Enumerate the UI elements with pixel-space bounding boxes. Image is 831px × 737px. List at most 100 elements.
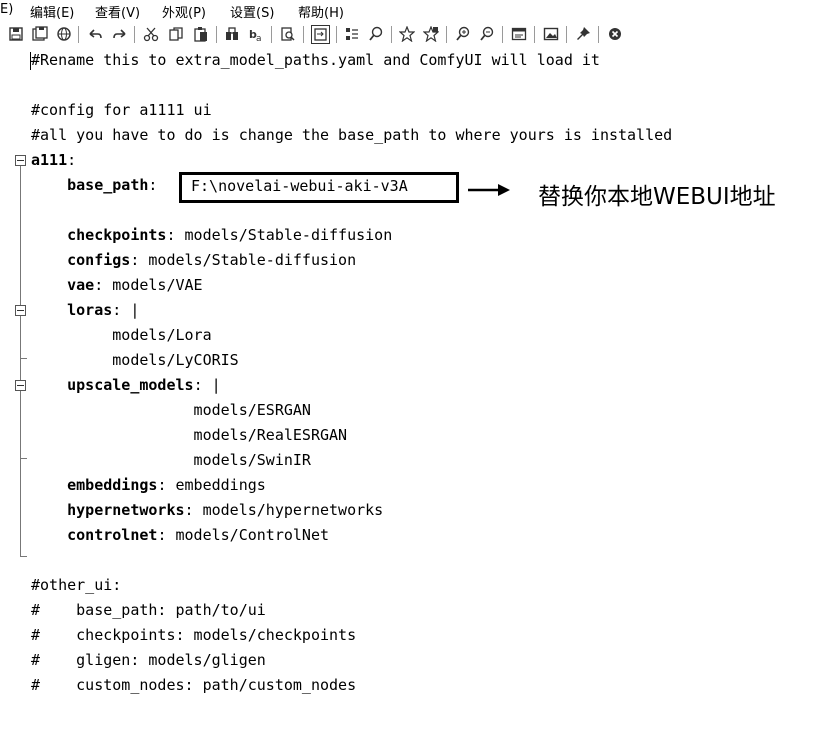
toolbar-separator: [271, 26, 272, 43]
menu-edit[interactable]: 编辑(E): [30, 2, 74, 21]
toolbar-separator: [534, 26, 535, 43]
fold-guide-line: [20, 166, 21, 556]
yaml-value: : embeddings: [157, 476, 266, 494]
code-line[interactable]: models/SwinIR: [31, 448, 311, 473]
fold-end-marker: [20, 358, 27, 359]
menu-appearance[interactable]: 外观(P): [162, 2, 206, 21]
code-line[interactable]: models/LyCORIS: [31, 348, 238, 373]
paste-icon[interactable]: [193, 26, 209, 42]
base-path-value[interactable]: F:\novelai-webui-aki-v3A: [191, 174, 408, 199]
toolbar-separator: [566, 26, 567, 43]
toolbar-separator: [216, 26, 217, 43]
fold-end-marker: [20, 458, 27, 459]
fold-end-marker: [20, 556, 27, 557]
close-circle-icon[interactable]: [607, 26, 623, 42]
toolbar-separator: [502, 26, 503, 43]
cut-icon[interactable]: [143, 26, 159, 42]
svg-text:a: a: [256, 34, 262, 42]
code-line[interactable]: upscale_models: |: [31, 373, 221, 398]
image-icon[interactable]: [543, 26, 559, 42]
toolbar-separator: [446, 26, 447, 43]
yaml-key: checkpoints: [67, 226, 167, 244]
code-line[interactable]: vae: models/VAE: [31, 273, 203, 298]
code-line[interactable]: configs: models/Stable-diffusion: [31, 248, 356, 273]
menu-help[interactable]: 帮助(H): [298, 2, 344, 21]
menu-bar: E) 编辑(E) 查看(V) 外观(P) 设置(S) 帮助(H): [0, 0, 831, 22]
toolbar-separator: [336, 26, 337, 43]
yaml-key: controlnet: [67, 526, 158, 544]
toolbar: ba: [0, 22, 831, 48]
arrow-right-icon: [468, 184, 510, 196]
menu-settings[interactable]: 设置(S): [230, 2, 274, 21]
globe-icon[interactable]: [56, 26, 72, 42]
bookmark-icon[interactable]: [399, 26, 415, 42]
zoom-in-icon[interactable]: [455, 26, 471, 42]
code-line[interactable]: models/RealESRGAN: [31, 423, 348, 448]
menu-file[interactable]: E): [0, 2, 13, 17]
yaml-value: : models/VAE: [94, 276, 203, 294]
yaml-key: base_path: [67, 176, 149, 194]
yaml-value: : |: [112, 301, 140, 319]
window-icon[interactable]: [511, 26, 527, 42]
code-line[interactable]: #other_ui:: [31, 573, 121, 598]
toolbar-separator: [78, 26, 79, 43]
code-line[interactable]: base_path:: [31, 173, 166, 198]
yaml-value: :: [148, 176, 167, 194]
code-line[interactable]: controlnet: models/ControlNet: [31, 523, 329, 548]
fold-toggle-loras[interactable]: [15, 305, 26, 316]
zoom-find-icon[interactable]: [368, 26, 384, 42]
code-line[interactable]: # base_path: path/to/ui: [31, 598, 266, 623]
pin-icon[interactable]: [575, 26, 591, 42]
code-line[interactable]: embeddings: embeddings: [31, 473, 266, 498]
code-line[interactable]: checkpoints: models/Stable-diffusion: [31, 223, 392, 248]
code-line[interactable]: models/ESRGAN: [31, 398, 311, 423]
wordwrap-icon[interactable]: [311, 25, 330, 44]
find-in-files-icon[interactable]: [280, 26, 296, 42]
code-line[interactable]: models/Lora: [31, 323, 211, 348]
yaml-value: : models/ControlNet: [157, 526, 330, 544]
code-line[interactable]: #Rename this to extra_model_paths.yaml a…: [31, 48, 600, 73]
yaml-key: upscale_models: [67, 376, 194, 394]
code-line[interactable]: # custom_nodes: path/custom_nodes: [31, 673, 356, 698]
save-all-icon[interactable]: [32, 26, 48, 42]
code-line[interactable]: loras: |: [31, 298, 139, 323]
yaml-value: : models/Stable-diffusion: [166, 226, 393, 244]
yaml-value: :: [67, 151, 77, 169]
redo-icon[interactable]: [112, 26, 128, 42]
zoom-out-icon[interactable]: [479, 26, 495, 42]
code-line[interactable]: a111:: [31, 148, 76, 173]
indent-icon[interactable]: [344, 26, 360, 42]
find-icon[interactable]: [224, 26, 240, 42]
menu-view[interactable]: 查看(V): [95, 2, 140, 21]
code-line[interactable]: # gligen: models/gligen: [31, 648, 266, 673]
code-line[interactable]: # checkpoints: models/checkpoints: [31, 623, 356, 648]
undo-icon[interactable]: [87, 26, 103, 42]
fold-toggle-upscale-models[interactable]: [15, 380, 26, 391]
annotation-text: 替换你本地WEBUI地址: [538, 184, 776, 210]
save-icon[interactable]: [8, 26, 24, 42]
code-line[interactable]: hypernetworks: models/hypernetworks: [31, 498, 383, 523]
toolbar-separator: [598, 26, 599, 43]
yaml-key: loras: [67, 301, 113, 319]
code-line[interactable]: #all you have to do is change the base_p…: [31, 123, 672, 148]
bookmark-add-icon[interactable]: [423, 26, 439, 42]
yaml-key: embeddings: [67, 476, 158, 494]
copy-icon[interactable]: [168, 26, 184, 42]
code-line[interactable]: #config for a1111 ui: [31, 98, 212, 123]
toolbar-separator: [303, 26, 304, 43]
yaml-value: : models/hypernetworks: [184, 501, 384, 519]
yaml-key: configs: [67, 251, 131, 269]
toolbar-separator: [391, 26, 392, 43]
yaml-key: vae: [67, 276, 95, 294]
yaml-value: : |: [193, 376, 221, 394]
replace-icon[interactable]: ba: [248, 26, 264, 42]
fold-toggle-a111[interactable]: [15, 155, 26, 166]
